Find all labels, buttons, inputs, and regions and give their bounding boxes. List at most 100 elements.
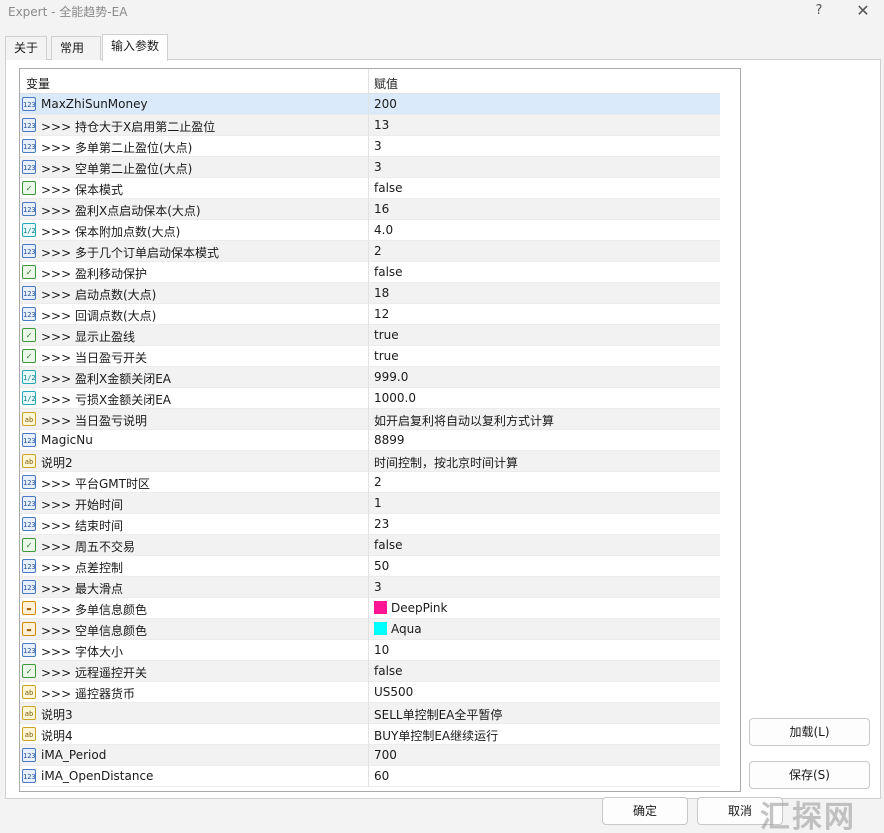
type-str-icon: ab	[22, 454, 36, 468]
parameter-row[interactable]: 123 >>> 持仓大于X启用第二止盈位 13	[20, 115, 720, 136]
parameter-name: >>> 平台GMT时区	[41, 477, 150, 491]
parameter-row[interactable]: ✓ >>> 周五不交易 false	[20, 535, 720, 556]
parameter-row[interactable]: ab >>> 遥控器货币 US500	[20, 682, 720, 703]
type-int-icon: 123	[22, 475, 36, 489]
parameter-value[interactable]: 4.0	[374, 223, 393, 237]
parameter-value[interactable]: 8899	[374, 433, 405, 447]
parameter-value[interactable]: DeepPink	[374, 601, 447, 615]
parameter-value[interactable]: 16	[374, 202, 389, 216]
parameter-row[interactable]: 123 iMA_Period 700	[20, 745, 720, 766]
parameter-row[interactable]: 1/2 >>> 盈利X金额关闭EA 999.0	[20, 367, 720, 388]
cell-divider	[368, 724, 369, 745]
column-divider[interactable]	[368, 69, 369, 94]
load-button[interactable]: 加载(L)	[749, 718, 870, 746]
parameter-value[interactable]: 60	[374, 769, 389, 783]
parameter-row[interactable]: 123 iMA_OpenDistance 60	[20, 766, 720, 787]
parameter-value[interactable]: 13	[374, 118, 389, 132]
parameter-value[interactable]: false	[374, 265, 403, 279]
parameter-value[interactable]: 18	[374, 286, 389, 300]
parameter-value[interactable]: 3	[374, 160, 382, 174]
help-button[interactable]: ?	[808, 0, 830, 22]
parameter-row[interactable]: ab >>> 当日盈亏说明 如开启复利将自动以复利方式计算	[20, 409, 720, 430]
parameter-row[interactable]: ab 说明4 BUY单控制EA继续运行	[20, 724, 720, 745]
parameter-row[interactable]: 1/2 >>> 亏损X金额关闭EA 1000.0	[20, 388, 720, 409]
column-header-variable[interactable]: 变量	[26, 75, 50, 92]
close-button[interactable]: ✕	[850, 0, 876, 22]
parameter-value[interactable]: 12	[374, 307, 389, 321]
parameter-value[interactable]: 23	[374, 517, 389, 531]
type-int-icon: 123	[22, 97, 36, 111]
parameter-name: 说明3	[41, 708, 73, 722]
cell-divider	[368, 535, 369, 556]
parameter-row[interactable]: 123 >>> 结束时间 23	[20, 514, 720, 535]
parameter-name: >>> 结束时间	[41, 519, 123, 533]
parameter-row[interactable]: ✓ >>> 远程遥控开关 false	[20, 661, 720, 682]
parameter-name: MagicNu	[41, 433, 93, 447]
parameter-value[interactable]: 2	[374, 475, 382, 489]
parameter-name: >>> 空单信息颜色	[41, 624, 147, 638]
parameter-value[interactable]: BUY单控制EA继续运行	[374, 727, 498, 744]
parameter-row[interactable]: ✓ >>> 保本模式 false	[20, 178, 720, 199]
parameter-row[interactable]: 123 >>> 开始时间 1	[20, 493, 720, 514]
type-dbl-icon: 1/2	[22, 223, 36, 237]
cell-divider	[368, 514, 369, 535]
cell-divider	[368, 619, 369, 640]
parameter-row[interactable]: 123 >>> 平台GMT时区 2	[20, 472, 720, 493]
parameter-row[interactable]: 123 MagicNu 8899	[20, 430, 720, 451]
parameter-row[interactable]: ✓ >>> 当日盈亏开关 true	[20, 346, 720, 367]
parameter-row[interactable]: 123 >>> 点差控制 50	[20, 556, 720, 577]
parameter-value[interactable]: true	[374, 328, 399, 342]
parameter-row[interactable]: 123 >>> 字体大小 10	[20, 640, 720, 661]
parameter-value[interactable]: 3	[374, 580, 382, 594]
parameter-row[interactable]: 123 MaxZhiSunMoney 200	[20, 94, 720, 115]
type-bool-icon: ✓	[22, 538, 36, 552]
parameter-value[interactable]: 时间控制，按北京时间计算	[374, 454, 518, 471]
cell-divider	[368, 766, 369, 787]
parameter-value[interactable]: US500	[374, 685, 413, 699]
type-bool-icon: ✓	[22, 265, 36, 279]
parameter-value[interactable]: 999.0	[374, 370, 408, 384]
parameter-value[interactable]: 700	[374, 748, 397, 762]
tab-about[interactable]: 关于	[5, 36, 47, 60]
save-button[interactable]: 保存(S)	[749, 761, 870, 789]
parameter-row[interactable]: 123 >>> 多于几个订单启动保本模式 2	[20, 241, 720, 262]
parameter-value[interactable]: 3	[374, 139, 382, 153]
cell-divider	[368, 367, 369, 388]
parameter-row[interactable]: 1/2 >>> 保本附加点数(大点) 4.0	[20, 220, 720, 241]
tab-common[interactable]: 常用	[51, 36, 101, 60]
parameter-value[interactable]: 200	[374, 97, 397, 111]
type-int-icon: 123	[22, 118, 36, 132]
parameter-value[interactable]: false	[374, 181, 403, 195]
parameter-row[interactable]: ab 说明2 时间控制，按北京时间计算	[20, 451, 720, 472]
parameter-value[interactable]: 1	[374, 496, 382, 510]
parameter-row[interactable]: ✓ >>> 显示止盈线 true	[20, 325, 720, 346]
parameter-value[interactable]: true	[374, 349, 399, 363]
parameter-value[interactable]: 50	[374, 559, 389, 573]
cell-divider	[368, 157, 369, 178]
parameter-value[interactable]: Aqua	[374, 622, 422, 636]
parameter-row[interactable]: ✓ >>> 盈利移动保护 false	[20, 262, 720, 283]
parameter-row[interactable]: 123 >>> 启动点数(大点) 18	[20, 283, 720, 304]
ok-button[interactable]: 确定	[602, 797, 688, 825]
parameter-value[interactable]: SELL单控制EA全平暂停	[374, 706, 502, 723]
parameter-row[interactable]: 123 >>> 空单第二止盈位(大点) 3	[20, 157, 720, 178]
parameter-value[interactable]: 1000.0	[374, 391, 416, 405]
parameter-row[interactable]: 123 >>> 多单第二止盈位(大点) 3	[20, 136, 720, 157]
parameter-row[interactable]: ▬ >>> 空单信息颜色 Aqua	[20, 619, 720, 640]
parameter-value[interactable]: 10	[374, 643, 389, 657]
type-bool-icon: ✓	[22, 328, 36, 342]
parameter-value[interactable]: false	[374, 538, 403, 552]
parameter-row[interactable]: 123 >>> 回调点数(大点) 12	[20, 304, 720, 325]
column-header-value[interactable]: 赋值	[374, 75, 398, 92]
parameter-row[interactable]: ▬ >>> 多单信息颜色 DeepPink	[20, 598, 720, 619]
parameter-name: >>> 远程遥控开关	[41, 666, 147, 680]
parameter-row[interactable]: 123 >>> 最大滑点 3	[20, 577, 720, 598]
parameter-value[interactable]: false	[374, 664, 403, 678]
parameter-value[interactable]: 2	[374, 244, 382, 258]
parameter-value[interactable]: 如开启复利将自动以复利方式计算	[374, 412, 554, 429]
parameter-row[interactable]: 123 >>> 盈利X点启动保本(大点) 16	[20, 199, 720, 220]
tab-input-params[interactable]: 输入参数	[102, 34, 168, 61]
parameter-row[interactable]: ab 说明3 SELL单控制EA全平暂停	[20, 703, 720, 724]
cell-divider	[368, 598, 369, 619]
type-int-icon: 123	[22, 202, 36, 216]
